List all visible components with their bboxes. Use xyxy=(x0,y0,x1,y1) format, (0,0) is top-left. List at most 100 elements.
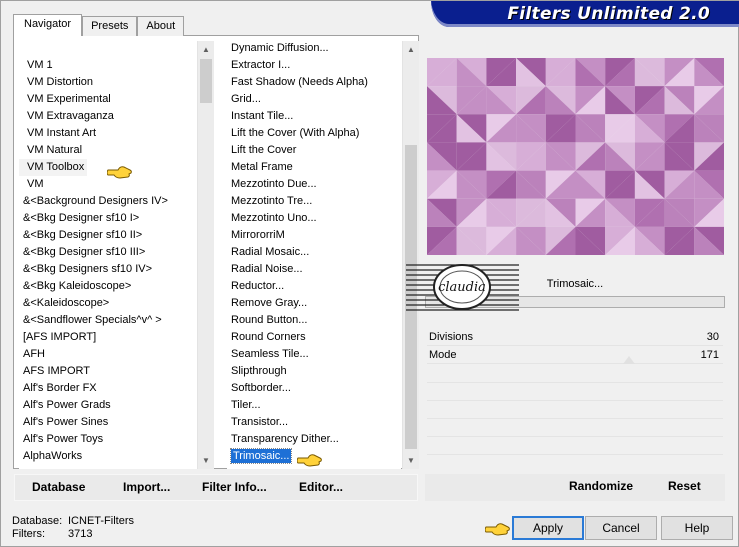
filter-item[interactable]: MirrororriM xyxy=(227,227,401,244)
scroll-down-arrow-icon[interactable]: ▼ xyxy=(403,452,419,469)
category-item[interactable]: Alf's Border FX xyxy=(19,380,213,397)
scroll-thumb[interactable] xyxy=(200,59,212,103)
filter-item-label: Softborder... xyxy=(231,382,291,394)
help-button[interactable]: Help xyxy=(661,516,733,540)
filter-item-label: Reductor... xyxy=(231,280,285,292)
param-divisions[interactable]: Divisions 30 xyxy=(427,328,723,346)
category-item[interactable]: &<Bkg Designer sf10 III> xyxy=(19,244,213,261)
filter-item-label: Mezzotinto Tre... xyxy=(231,195,313,207)
filter-item[interactable]: Seamless Tile... xyxy=(227,346,401,363)
filter-item-label: Fast Shadow (Needs Alpha) xyxy=(231,76,368,88)
cancel-button[interactable]: Cancel xyxy=(585,516,657,540)
category-item[interactable]: &<Bkg Designer sf10 I> xyxy=(19,210,213,227)
category-item[interactable]: &<Bkg Designers sf10 IV> xyxy=(19,261,213,278)
filter-item-label: Mezzotinto Due... xyxy=(231,178,317,190)
filter-item[interactable]: Softborder... xyxy=(227,380,401,397)
filter-item[interactable]: Radial Mosaic... xyxy=(227,244,401,261)
filter-item[interactable]: Lift the Cover xyxy=(227,142,401,159)
filter-item-label: Round Corners xyxy=(231,331,306,343)
randomize-button[interactable]: Randomize xyxy=(569,479,633,493)
category-item[interactable]: AFH xyxy=(19,346,213,363)
filter-item[interactable]: Round Button... xyxy=(227,312,401,329)
category-item[interactable]: [AFS IMPORT] xyxy=(19,329,213,346)
right-toolbar: Randomize Reset xyxy=(425,474,725,501)
reset-button[interactable]: Reset xyxy=(668,479,701,493)
filter-item-label: Mezzotinto Uno... xyxy=(231,212,317,224)
filter-item[interactable]: Grid... xyxy=(227,91,401,108)
filter-scrollbar[interactable]: ▲ ▼ xyxy=(402,41,419,469)
category-item[interactable]: VM Instant Art xyxy=(19,125,213,142)
category-item[interactable]: VM 1 xyxy=(19,57,213,74)
filter-item-label: Extractor I... xyxy=(231,59,291,71)
param-name: Mode xyxy=(429,349,457,361)
tab-navigator[interactable]: Navigator xyxy=(13,14,83,36)
filter-item[interactable]: Mezzotinto Due... xyxy=(227,176,401,193)
filter-item-label: Radial Mosaic... xyxy=(231,246,310,258)
filter-item[interactable]: Extractor I... xyxy=(227,57,401,74)
filters-label: Filters: xyxy=(12,528,45,540)
filter-item[interactable]: Slipthrough xyxy=(227,363,401,380)
filters-status: Filters: 3713 xyxy=(12,528,92,540)
param-name: Divisions xyxy=(429,331,474,343)
tab-presets[interactable]: Presets xyxy=(82,16,138,36)
category-item[interactable]: AFS IMPORT xyxy=(19,363,213,380)
scroll-down-arrow-icon[interactable]: ▼ xyxy=(198,452,214,469)
filter-item[interactable]: Lift the Cover (With Alpha) xyxy=(227,125,401,142)
filter-item[interactable]: Instant Tile... xyxy=(227,108,401,125)
filter-item[interactable]: Fast Shadow (Needs Alpha) xyxy=(227,74,401,91)
filter-item[interactable]: Mezzotinto Tre... xyxy=(227,193,401,210)
filter-item[interactable]: Radial Noise... xyxy=(227,261,401,278)
filter-item-label: Lift the Cover xyxy=(231,144,297,156)
tab-about[interactable]: About xyxy=(137,16,185,36)
category-item[interactable]: &<Bkg Kaleidoscope> xyxy=(19,278,213,295)
filter-item[interactable]: Remove Gray... xyxy=(227,295,401,312)
filters-count: 3713 xyxy=(68,528,93,540)
filter-item[interactable]: Transparency Dither... xyxy=(227,431,401,448)
filter-item[interactable]: Dynamic Diffusion... xyxy=(227,41,401,57)
filter-info-button[interactable]: Filter Info... xyxy=(202,480,267,494)
param-mode[interactable]: Mode 171 xyxy=(427,346,723,364)
category-item[interactable]: VM Experimental xyxy=(19,91,213,108)
category-item[interactable]: &<Background Designers IV> xyxy=(19,193,213,210)
claudia-watermark: claudia xyxy=(406,264,519,311)
category-item[interactable]: Alf's Power Sines xyxy=(19,414,213,431)
category-item[interactable]: &<Bkg Designer sf10 II> xyxy=(19,227,213,244)
category-item[interactable]: VM Toolbox xyxy=(19,159,87,176)
param-divider xyxy=(427,418,723,419)
filter-item[interactable]: Reductor... xyxy=(227,278,401,295)
filter-item[interactable]: Transistor... xyxy=(227,414,401,431)
category-item[interactable]: &<Kaleidoscope> xyxy=(19,295,213,312)
filter-item-label: Tiler... xyxy=(231,399,261,411)
editor-button[interactable]: Editor... xyxy=(299,480,343,494)
database-button[interactable]: Database xyxy=(32,480,85,494)
filter-item-label: Transparency Dither... xyxy=(231,433,339,445)
pointing-hand-icon xyxy=(297,454,322,467)
import-button[interactable]: Import... xyxy=(123,480,170,494)
filter-preview-image xyxy=(427,58,724,255)
category-scrollbar[interactable]: ▲ ▼ xyxy=(197,41,214,469)
category-item[interactable]: VM Distortion xyxy=(19,74,213,91)
category-item[interactable]: VM Natural xyxy=(19,142,213,159)
param-value: 171 xyxy=(700,349,719,361)
filter-item[interactable]: Round Corners xyxy=(227,329,401,346)
scroll-up-arrow-icon[interactable]: ▲ xyxy=(198,41,214,58)
apply-button[interactable]: Apply xyxy=(512,516,584,540)
mode-slider-marker xyxy=(623,356,635,364)
category-item[interactable]: Alf's Power Grads xyxy=(19,397,213,414)
pointing-hand-icon xyxy=(485,523,510,536)
category-item[interactable]: Alf's Power Toys xyxy=(19,431,213,448)
filters-unlimited-window: Filters Unlimited 2.0 Navigator Presets … xyxy=(0,0,739,547)
filter-item[interactable]: Mezzotinto Uno... xyxy=(227,210,401,227)
filter-item-label: Slipthrough xyxy=(231,365,287,377)
category-list[interactable]: VM 1 VM Distortion VM Experimental VM Extra… xyxy=(19,41,213,469)
category-item[interactable]: &<Sandflower Specials^v^ > xyxy=(19,312,213,329)
filter-item-label: Lift the Cover (With Alpha) xyxy=(231,127,360,139)
filter-item-label: Radial Noise... xyxy=(231,263,303,275)
category-item[interactable]: VM Extravaganza xyxy=(19,108,213,125)
filter-item[interactable]: Metal Frame xyxy=(227,159,401,176)
filter-item-label: Dynamic Diffusion... xyxy=(231,42,329,54)
category-item[interactable]: AlphaWorks xyxy=(19,448,213,465)
scroll-up-arrow-icon[interactable]: ▲ xyxy=(403,41,419,58)
filter-item[interactable]: Tiler... xyxy=(227,397,401,414)
filter-list[interactable]: Dynamic Diffusion... Extractor I... Fast S… xyxy=(227,41,401,469)
